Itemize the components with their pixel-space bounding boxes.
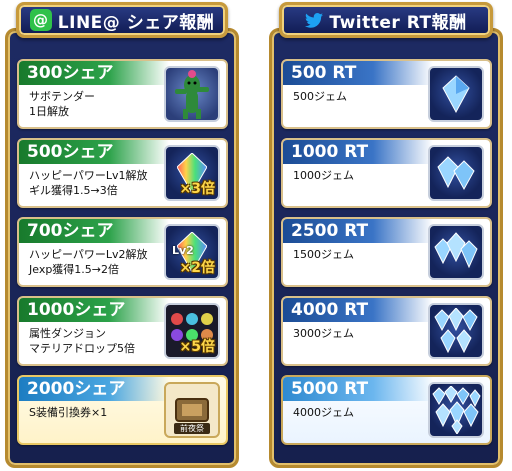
rainbow-crystal-jexp-icon: Lv2 ×2倍	[164, 224, 220, 280]
card-desc: 属性ダンジョン マテリアドロップ5倍	[29, 327, 135, 355]
rainbow-crystal-gil-icon: ×3倍	[164, 145, 220, 201]
card-desc: サボテンダー 1日解放	[29, 90, 95, 118]
twitter-card-2500: 2500 RT 1500ジェム	[281, 217, 492, 287]
card-title: 2000シェア	[19, 377, 169, 401]
card-title: 1000 RT	[283, 140, 433, 164]
line-card-1000: 1000シェア 属性ダンジョン マテリアドロップ5倍 ×5倍	[17, 296, 228, 366]
twitter-reward-header: Twitter RT報酬	[279, 2, 493, 38]
event-tag: 前夜祭	[174, 423, 210, 434]
line-at-icon: @	[29, 9, 52, 31]
line-reward-panel: 300シェア サボテンダー 1日解放 500シェア ハッピーパワーLv1解放 ギ…	[5, 28, 239, 468]
line-card-2000: 2000シェア S装備引換券×1 前夜祭	[17, 375, 228, 445]
card-desc: 500ジェム	[293, 90, 347, 103]
gem-icon	[428, 66, 484, 122]
card-title: 2500 RT	[283, 219, 433, 243]
twitter-card-500: 500 RT 500ジェム	[281, 59, 492, 129]
card-desc: 4000ジェム	[293, 406, 354, 419]
card-title: 300シェア	[19, 61, 169, 85]
card-title: 4000 RT	[283, 298, 433, 322]
card-desc: 3000ジェム	[293, 327, 354, 340]
card-title: 500シェア	[19, 140, 169, 164]
equipment-ticket-icon: 前夜祭	[164, 382, 220, 438]
cactuar-icon	[164, 66, 220, 122]
twitter-card-4000: 4000 RT 3000ジェム	[281, 296, 492, 366]
card-title: 5000 RT	[283, 377, 433, 401]
materia-orbs-icon: ×5倍	[164, 303, 220, 359]
gems-icon	[428, 382, 484, 438]
multiplier-label: ×5倍	[179, 339, 215, 355]
card-desc: ハッピーパワーLv2解放 Jexp獲得1.5→2倍	[29, 248, 148, 276]
header-title: Twitter RT報酬	[329, 12, 467, 33]
twitter-card-5000: 5000 RT 4000ジェム	[281, 375, 492, 445]
gems-icon	[428, 224, 484, 280]
twitter-reward-panel: 500 RT 500ジェム 1000 RT 1000ジェム 2500 RT 15…	[269, 28, 503, 468]
twitter-bird-icon	[305, 12, 324, 28]
line-card-300: 300シェア サボテンダー 1日解放	[17, 59, 228, 129]
twitter-card-1000: 1000 RT 1000ジェム	[281, 138, 492, 208]
card-desc: 1500ジェム	[293, 248, 354, 261]
line-reward-header: @ LINE@ シェア報酬	[16, 2, 228, 38]
header-title: LINE@ シェア報酬	[57, 12, 215, 33]
card-title: 700シェア	[19, 219, 169, 243]
line-card-500: 500シェア ハッピーパワーLv1解放 ギル獲得1.5→3倍 ×3倍	[17, 138, 228, 208]
card-title: 500 RT	[283, 61, 433, 85]
multiplier-label: ×2倍	[179, 260, 215, 276]
gems-icon	[428, 145, 484, 201]
card-desc: S装備引換券×1	[29, 406, 108, 419]
card-desc: 1000ジェム	[293, 169, 354, 182]
gems-icon	[428, 303, 484, 359]
level-label: Lv2	[172, 244, 194, 257]
card-desc: ハッピーパワーLv1解放 ギル獲得1.5→3倍	[29, 169, 148, 197]
card-title: 1000シェア	[19, 298, 169, 322]
multiplier-label: ×3倍	[179, 181, 215, 197]
line-card-700: 700シェア ハッピーパワーLv2解放 Jexp獲得1.5→2倍 Lv2 ×2倍	[17, 217, 228, 287]
